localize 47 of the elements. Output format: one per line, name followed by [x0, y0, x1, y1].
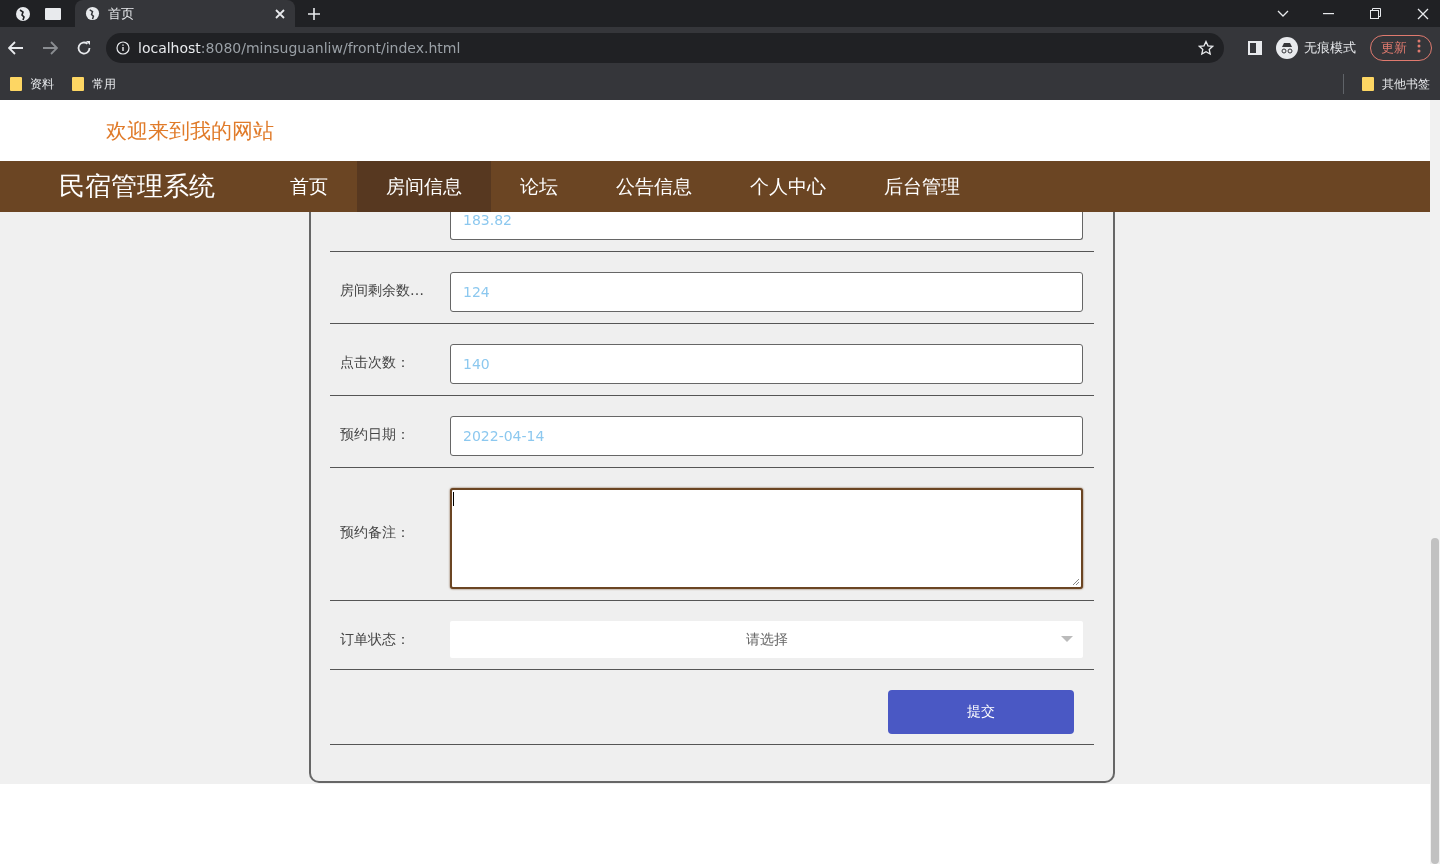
- submit-button[interactable]: 提交: [888, 690, 1074, 734]
- incognito-label: 无痕模式: [1304, 38, 1356, 57]
- globe-icon[interactable]: [15, 5, 31, 22]
- folder-icon: [72, 77, 84, 91]
- text-area[interactable]: [450, 488, 1083, 589]
- nav-item[interactable]: 首页: [261, 161, 357, 212]
- info-icon[interactable]: [116, 40, 130, 55]
- star-icon[interactable]: [1198, 39, 1214, 56]
- address-bar[interactable]: localhost:8080/minsuguanliw/front/index.html: [106, 32, 1224, 63]
- resize-grip-icon[interactable]: [1072, 578, 1080, 586]
- folder-icon: [10, 77, 22, 91]
- nav-item[interactable]: 个人中心: [721, 161, 855, 212]
- site-title: 民宿管理系统: [59, 170, 216, 203]
- globe-icon: [85, 6, 100, 21]
- back-icon[interactable]: [8, 40, 24, 55]
- restore-icon[interactable]: [1370, 8, 1381, 19]
- folder-icon: [1362, 77, 1374, 91]
- field-label: 点击次数：: [340, 353, 411, 372]
- window-icon[interactable]: [45, 7, 61, 20]
- field-label: 预约备注：: [340, 523, 411, 542]
- chevron-down-icon[interactable]: [1277, 9, 1289, 18]
- forward-icon[interactable]: [42, 40, 58, 55]
- nav-item[interactable]: 房间信息: [357, 161, 491, 212]
- field-label: 预约日期：: [340, 425, 411, 444]
- plus-icon[interactable]: [307, 6, 321, 21]
- field-label: 房间剩余数…: [340, 281, 425, 300]
- bookmark-item[interactable]: 常用: [72, 75, 116, 93]
- nav-item[interactable]: 公告信息: [587, 161, 721, 212]
- close-icon[interactable]: [275, 8, 285, 19]
- more-icon[interactable]: [1417, 38, 1421, 53]
- reload-icon[interactable]: [76, 39, 92, 56]
- tab-title: 首页: [108, 4, 135, 23]
- bookmark-item[interactable]: 其他书签: [1362, 75, 1430, 93]
- dropdown-arrow-icon: [1061, 636, 1073, 642]
- nav-item[interactable]: 后台管理: [855, 161, 989, 212]
- sidebar-icon[interactable]: [1248, 40, 1262, 55]
- field-label: 订单状态：: [340, 630, 411, 649]
- select-field[interactable]: 请选择: [450, 621, 1083, 658]
- browser-tab[interactable]: 首页: [75, 0, 295, 27]
- scrollbar[interactable]: [1430, 100, 1440, 864]
- url-text: localhost:8080/minsuguanliw/front/index.html: [138, 39, 462, 56]
- bookmark-item[interactable]: 资料: [10, 75, 54, 93]
- minimize-icon[interactable]: [1323, 12, 1334, 15]
- nav-item[interactable]: 论坛: [491, 161, 587, 212]
- welcome-text: 欢迎来到我的网站: [106, 117, 274, 145]
- incognito-icon[interactable]: [1276, 36, 1298, 59]
- close-icon[interactable]: [1417, 7, 1429, 20]
